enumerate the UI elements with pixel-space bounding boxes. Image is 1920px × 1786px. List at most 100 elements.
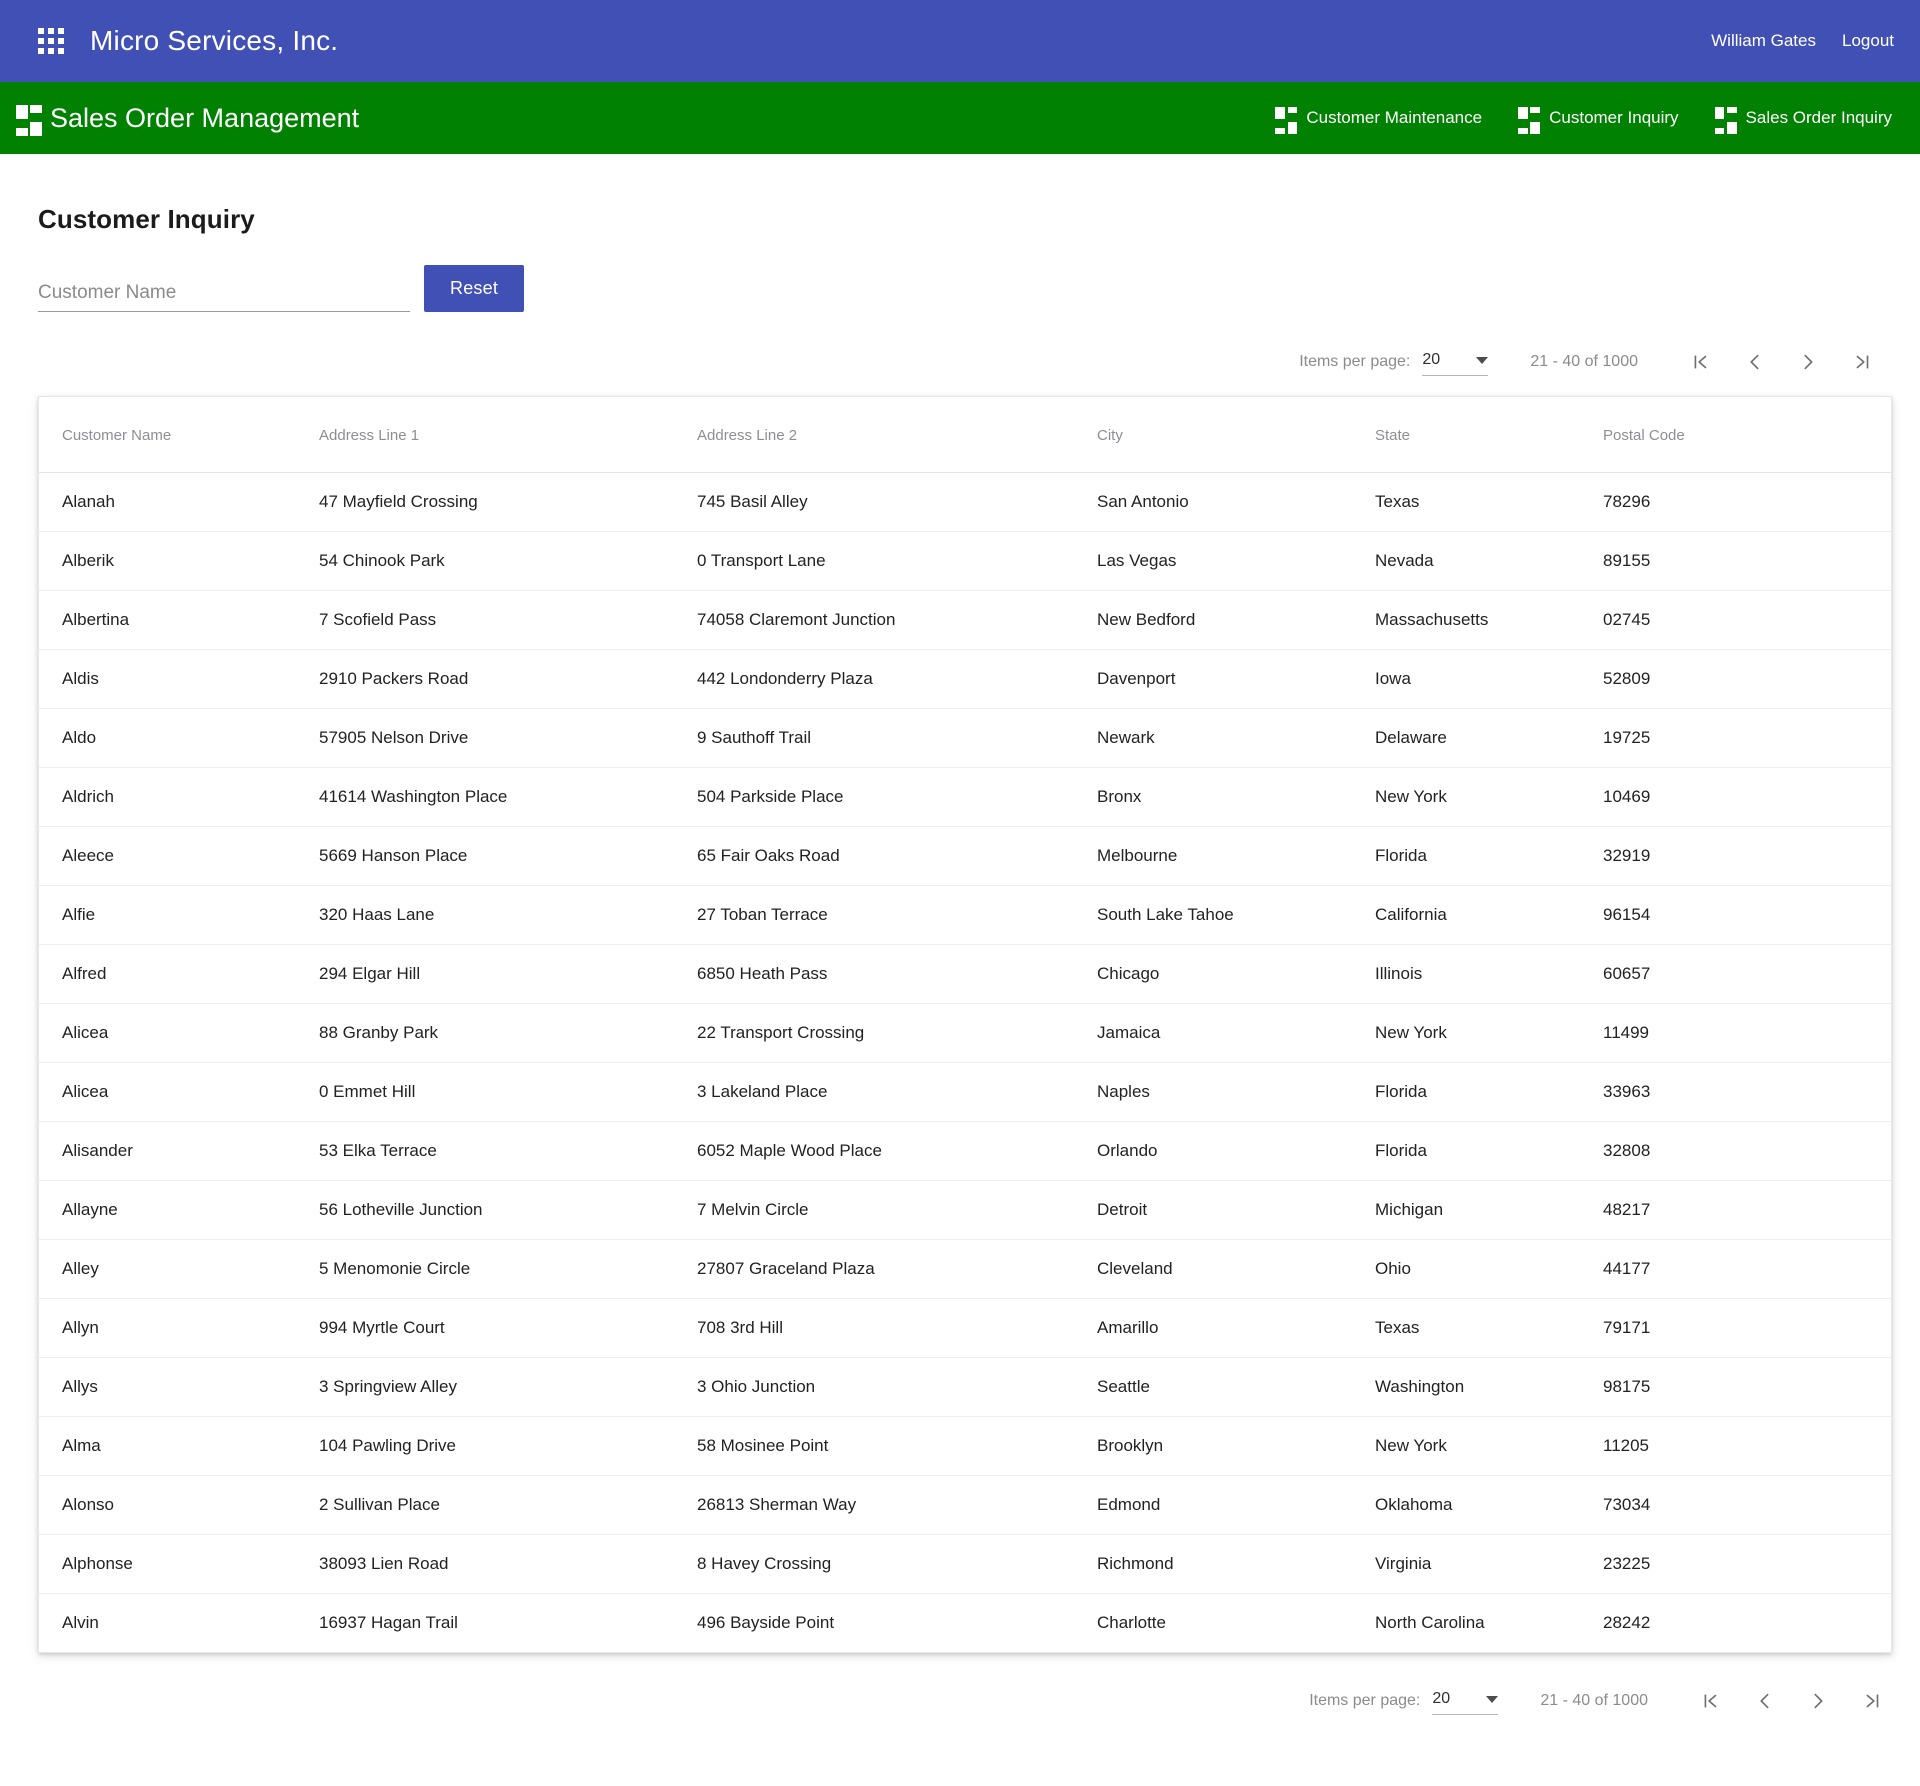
cell-address-line-1: 38093 Lien Road [319, 1534, 697, 1594]
reset-button[interactable]: Reset [424, 265, 525, 312]
previous-page-button[interactable] [1734, 342, 1774, 382]
page-title: Customer Inquiry [38, 204, 255, 234]
cell-address-line-1: 56 Lotheville Junction [319, 1180, 697, 1240]
chevron-down-icon [1476, 356, 1489, 364]
nav-item-sales-order-inquiry[interactable]: Sales Order Inquiry [1714, 107, 1892, 134]
cell-customer-name: Alphonse [39, 1534, 319, 1594]
cell-address-line-1: 5669 Hanson Place [319, 826, 697, 886]
cell-postal-code: 33963 [1603, 1062, 1891, 1122]
cell-state: New York [1375, 1416, 1603, 1476]
nav-items: Customer Maintenance Customer Inquiry Sa… [1275, 107, 1892, 134]
cell-postal-code: 10469 [1603, 767, 1891, 827]
topbar-links: William Gates Logout [1711, 31, 1894, 51]
cell-address-line-2: 7 Melvin Circle [697, 1180, 1097, 1240]
app-brand[interactable]: Sales Order Management [16, 103, 359, 136]
table-row[interactable]: Alicea 88 Granby Park 22 Transport Crossin… [39, 1003, 1891, 1063]
next-page-button[interactable] [1788, 342, 1828, 382]
cell-customer-name: Alvin [62, 1613, 99, 1632]
table-row[interactable]: Alley 5 Menomonie Circle 27807 Graceland P… [39, 1239, 1891, 1299]
cell-postal-code: 78296 [1603, 472, 1891, 532]
table-row[interactable]: Alfie 320 Haas Lane 27 Toban Terrace South … [39, 885, 1891, 945]
table-row[interactable]: Alisander 53 Elka Terrace 6052 Maple Wood … [39, 1121, 1891, 1181]
cell-address-line-2: 442 Londonderry Plaza [697, 649, 1097, 709]
cell-address-line-2: 745 Basil Alley [697, 472, 1097, 532]
dashboard-icon [1714, 107, 1737, 134]
search-input[interactable] [38, 282, 410, 304]
dashboard-icon [1518, 107, 1541, 134]
dashboard-icon [1275, 107, 1298, 134]
cell-customer-name: Aleece [39, 826, 319, 886]
table-row[interactable]: Alma 104 Pawling Drive 58 Mosinee Point Bro… [39, 1416, 1891, 1476]
dashboard-icon [16, 105, 42, 136]
table-row[interactable]: Albertina 7 Scofield Pass 74058 Claremont … [39, 590, 1891, 650]
table-row[interactable]: Allayne 56 Lotheville Junction 7 Melvin Ci… [39, 1180, 1891, 1240]
cell-city: Jamaica [1097, 1003, 1375, 1063]
first-page-button[interactable] [1690, 1681, 1730, 1721]
chevron-down-icon [1486, 1695, 1499, 1703]
cell-customer-name: Allayne [39, 1180, 319, 1240]
cell-address-line-1: 320 Haas Lane [319, 885, 697, 945]
table-row[interactable]: Aldo 57905 Nelson Drive 9 Sauthoff Trail Ne… [39, 708, 1891, 768]
last-page-icon [1856, 355, 1869, 369]
customer-name-field[interactable] [38, 282, 410, 312]
last-page-button[interactable] [1842, 342, 1882, 382]
table-row[interactable]: Alfred 294 Elgar Hill 6850 Heath Pass Chica… [39, 944, 1891, 1004]
cell-customer-name: Allys [39, 1357, 319, 1417]
cell-city: Newark [1097, 708, 1375, 768]
previous-page-button[interactable] [1744, 1681, 1784, 1721]
cell-address-line-1: 994 Myrtle Court [319, 1298, 697, 1358]
cell-customer-name: Alonso [39, 1475, 319, 1535]
cell-address-line-1: 5 Menomonie Circle [319, 1239, 697, 1299]
table-row[interactable]: Aldrich 41614 Washington Place 504 Parksid… [39, 767, 1891, 827]
cell-address-line-1: 16937 Hagan Trail [319, 1613, 458, 1632]
cell-customer-name: Albertina [39, 590, 319, 650]
next-page-button[interactable] [1798, 1681, 1838, 1721]
nav-item-customer-inquiry[interactable]: Customer Inquiry [1518, 107, 1679, 134]
apps-grid-icon[interactable] [38, 28, 64, 54]
cell-state: New York [1375, 1003, 1603, 1063]
cell-city: Charlotte [1097, 1613, 1166, 1632]
app-root: Micro Services, Inc. William Gates Logou… [0, 0, 1920, 1743]
table-row[interactable]: Alicea 0 Emmet Hill 3 Lakeland Place Naples… [39, 1062, 1891, 1122]
table-row[interactable]: Allys 3 Springview Alley 3 Ohio Junction Se… [39, 1357, 1891, 1417]
cell-customer-name: Alicea [39, 1003, 319, 1063]
table-row[interactable]: Allyn 994 Myrtle Court 708 3rd Hill Amarill… [39, 1298, 1891, 1358]
table-head: Customer Name Address Line 1 Address Lin… [39, 397, 1891, 473]
cell-postal-code: 11499 [1603, 1003, 1891, 1063]
items-per-page-value: 20 [1422, 351, 1441, 368]
table-row[interactable]: Alphonse 38093 Lien Road 8 Havey Crossing R… [39, 1534, 1891, 1594]
top-toolbar: Micro Services, Inc. William Gates Logou… [0, 0, 1920, 82]
column-header-postal-code: Postal Code [1603, 397, 1891, 473]
table-row[interactable]: Alonso 2 Sullivan Place 26813 Sherman Way E… [39, 1475, 1891, 1535]
cell-postal-code: 23225 [1603, 1534, 1891, 1594]
table-row[interactable]: Aldis 2910 Packers Road 442 Londonderry Pl… [39, 649, 1891, 709]
items-per-page-value: 20 [1432, 1690, 1451, 1707]
cell-address-line-2: 58 Mosinee Point [697, 1416, 1097, 1476]
cell-address-line-1: 41614 Washington Place [319, 767, 697, 827]
cell-postal-code: 48217 [1603, 1180, 1891, 1240]
cell-city: Detroit [1097, 1180, 1375, 1240]
table-row[interactable]: Alberik 54 Chinook Park 0 Transport Lane La… [39, 531, 1891, 591]
cell-postal-code: 32808 [1603, 1121, 1891, 1181]
current-user-label[interactable]: William Gates [1711, 31, 1816, 51]
cell-city: Brooklyn [1097, 1416, 1375, 1476]
cell-customer-name: Aldis [39, 649, 319, 709]
cell-postal-code: 02745 [1603, 590, 1891, 650]
nav-item-customer-maintenance[interactable]: Customer Maintenance [1275, 107, 1483, 134]
logout-link[interactable]: Logout [1842, 31, 1894, 51]
page-range-label: 21 - 40 of 1000 [1530, 353, 1638, 370]
table-row[interactable]: Alvin 16937 Hagan Trail 496 Bayside Point C… [39, 1594, 1891, 1653]
cell-address-line-2: 9 Sauthoff Trail [697, 708, 1097, 768]
items-per-page-select[interactable]: 20 [1422, 348, 1489, 376]
first-page-button[interactable] [1680, 342, 1720, 382]
cell-address-line-1: 7 Scofield Pass [319, 590, 697, 650]
nav-item-label: Customer Maintenance [1306, 108, 1483, 127]
last-page-button[interactable] [1852, 1681, 1892, 1721]
items-per-page-select[interactable]: 20 [1432, 1687, 1499, 1715]
cell-customer-name: Alley [39, 1239, 319, 1299]
table-row[interactable]: Aleece 5669 Hanson Place 65 Fair Oaks Road… [39, 826, 1891, 886]
table-row[interactable]: Alanah 47 Mayfield Crossing 745 Basil Alle… [39, 472, 1891, 532]
cell-postal-code: 96154 [1603, 885, 1891, 945]
paginator-top: Items per page: 20 21 - 40 of 1000 [38, 330, 1892, 394]
cell-state: North Carolina [1375, 1613, 1485, 1632]
